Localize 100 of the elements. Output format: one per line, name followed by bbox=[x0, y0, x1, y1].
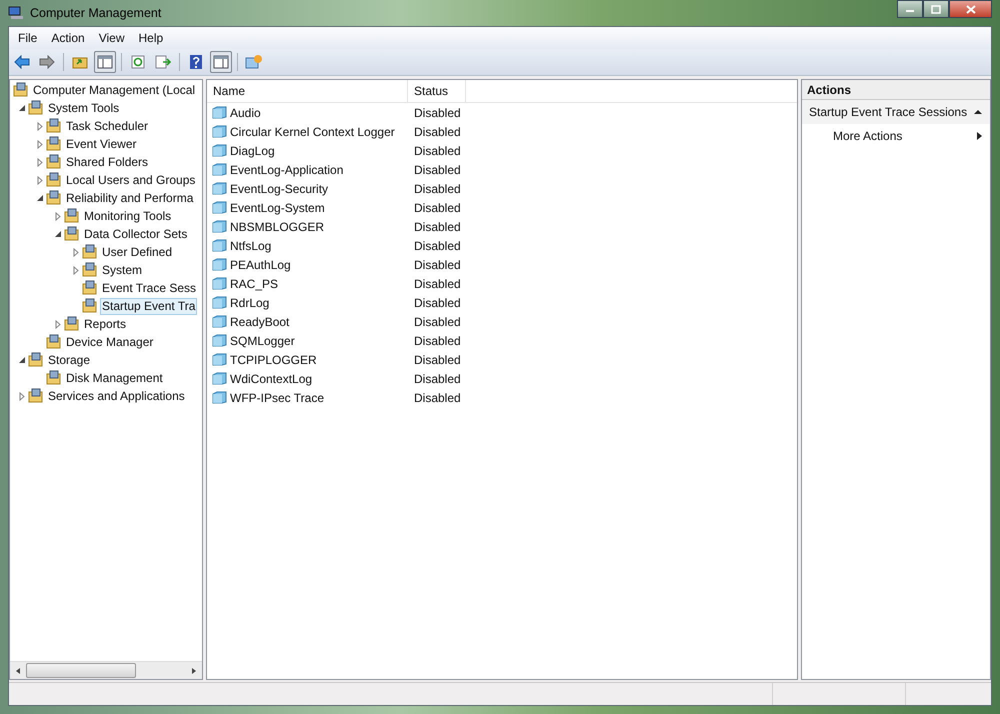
menu-item[interactable]: Help bbox=[132, 31, 170, 45]
show-tree-button[interactable] bbox=[94, 51, 116, 73]
collapsed-arrow-icon[interactable] bbox=[36, 122, 44, 130]
status-cell-text: Disabled bbox=[413, 258, 462, 272]
tree-item[interactable]: Local Users and Groups bbox=[64, 172, 198, 188]
tree-item[interactable]: Monitoring Tools bbox=[82, 208, 174, 224]
menu-item[interactable]: Action bbox=[44, 31, 92, 45]
tree-item[interactable]: Task Scheduler bbox=[64, 118, 150, 134]
menu-item[interactable]: View bbox=[92, 31, 132, 45]
status-cell-text: Disabled bbox=[413, 162, 462, 176]
tree-node-icon bbox=[64, 208, 80, 224]
trace-session-icon bbox=[212, 372, 227, 385]
session-name[interactable]: WFP-IPsec Trace bbox=[230, 390, 324, 404]
status-cell-text: Disabled bbox=[413, 238, 462, 252]
column-header[interactable]: Name bbox=[207, 80, 408, 102]
tree-item[interactable]: Reports bbox=[82, 316, 128, 332]
pane-icon bbox=[213, 55, 229, 69]
minimize-button[interactable] bbox=[897, 0, 923, 18]
session-name[interactable]: WdiContextLog bbox=[230, 372, 312, 386]
tree-item[interactable]: Services and Applications bbox=[46, 388, 187, 404]
session-name[interactable]: RdrLog bbox=[230, 296, 270, 310]
expanded-arrow-icon[interactable] bbox=[18, 356, 26, 364]
trace-session-icon bbox=[212, 106, 227, 119]
status-cell-text: Disabled bbox=[413, 296, 462, 310]
collapsed-arrow-icon[interactable] bbox=[18, 392, 26, 400]
forward-arrow-icon bbox=[39, 55, 55, 69]
status-cell-text: Disabled bbox=[413, 144, 462, 158]
session-name[interactable]: EventLog-Security bbox=[230, 182, 328, 196]
status-cell-text: Disabled bbox=[413, 106, 462, 120]
tree-item[interactable]: Device Manager bbox=[64, 334, 156, 350]
scroll-right-icon[interactable] bbox=[190, 666, 198, 674]
tree-item[interactable]: System Tools bbox=[46, 100, 122, 116]
tree-item[interactable]: Event Viewer bbox=[64, 136, 138, 152]
scroll-left-icon[interactable] bbox=[14, 666, 22, 674]
tree-item[interactable]: Event Trace Sess bbox=[100, 280, 198, 296]
help-icon bbox=[189, 54, 203, 70]
collapsed-arrow-icon[interactable] bbox=[54, 212, 62, 220]
close-button[interactable] bbox=[949, 0, 992, 18]
collapsed-arrow-icon[interactable] bbox=[36, 140, 44, 148]
tree-item[interactable]: Disk Management bbox=[64, 370, 165, 386]
horizontal-scrollbar[interactable] bbox=[10, 661, 202, 679]
session-name[interactable]: DiagLog bbox=[230, 144, 275, 158]
expanded-arrow-icon[interactable] bbox=[36, 194, 44, 202]
session-name[interactable]: PEAuthLog bbox=[230, 258, 291, 272]
tree-item[interactable]: Reliability and Performa bbox=[64, 190, 196, 206]
tree-item[interactable]: User Defined bbox=[100, 244, 174, 260]
tree-item[interactable]: System bbox=[100, 262, 144, 278]
folder-icon bbox=[72, 55, 88, 69]
tree-node-icon bbox=[13, 82, 29, 98]
tree-node-icon bbox=[28, 352, 44, 368]
tree-item[interactable]: Storage bbox=[46, 352, 92, 368]
collapsed-arrow-icon[interactable] bbox=[54, 320, 62, 328]
collapsed-arrow-icon[interactable] bbox=[36, 158, 44, 166]
expanded-arrow-icon[interactable] bbox=[54, 230, 62, 238]
action-link[interactable]: More Actions bbox=[833, 129, 902, 143]
status-cell-text: Disabled bbox=[413, 334, 462, 348]
session-name[interactable]: TCPIPLOGGER bbox=[230, 352, 317, 366]
tree-node-icon bbox=[64, 226, 80, 242]
maximize-button[interactable] bbox=[923, 0, 949, 18]
action-section[interactable]: Startup Event Trace Sessions bbox=[802, 100, 990, 124]
tree-node-icon bbox=[46, 370, 62, 386]
submenu-arrow-icon bbox=[977, 132, 982, 140]
tree-node-icon bbox=[82, 244, 98, 260]
scrollbar-thumb[interactable] bbox=[26, 663, 136, 678]
session-name[interactable]: ReadyBoot bbox=[230, 314, 290, 328]
collapsed-arrow-icon[interactable] bbox=[72, 266, 80, 274]
computer-icon bbox=[8, 5, 24, 21]
status-cell-text: Disabled bbox=[413, 314, 462, 328]
collapsed-arrow-icon[interactable] bbox=[36, 176, 44, 184]
menu-item[interactable]: File bbox=[11, 31, 44, 45]
session-name[interactable]: EventLog-Application bbox=[230, 162, 344, 176]
tree-node-icon bbox=[82, 280, 98, 296]
tree-item[interactable]: Data Collector Sets bbox=[82, 226, 190, 242]
expanded-arrow-icon[interactable] bbox=[18, 104, 26, 112]
session-name[interactable]: SQMLogger bbox=[230, 334, 295, 348]
tree-item[interactable]: Computer Management (Local bbox=[31, 82, 198, 98]
status-cell-text: Disabled bbox=[413, 276, 462, 290]
close-icon bbox=[966, 4, 976, 14]
session-name[interactable]: EventLog-System bbox=[230, 200, 325, 214]
column-header[interactable]: Status bbox=[408, 80, 466, 102]
collapse-up-icon[interactable] bbox=[974, 109, 982, 115]
tree-node-icon bbox=[28, 100, 44, 116]
trace-session-icon bbox=[212, 163, 227, 176]
session-name[interactable]: NtfsLog bbox=[230, 238, 272, 252]
window-title: Computer Management bbox=[30, 6, 162, 20]
refresh-icon bbox=[130, 55, 146, 69]
tree-item[interactable]: Startup Event Tra bbox=[100, 298, 198, 314]
session-name[interactable]: NBSMBLOGGER bbox=[230, 220, 324, 234]
trace-session-icon bbox=[212, 353, 227, 366]
status-cell-text: Disabled bbox=[413, 124, 462, 138]
tree-node-icon bbox=[46, 154, 62, 170]
session-name[interactable]: Audio bbox=[230, 106, 261, 120]
status-cell-text: Disabled bbox=[413, 372, 462, 386]
session-name[interactable]: RAC_PS bbox=[230, 276, 278, 290]
back-arrow-icon bbox=[14, 55, 30, 69]
session-name[interactable]: Circular Kernel Context Logger bbox=[230, 124, 395, 138]
collapsed-arrow-icon[interactable] bbox=[72, 248, 80, 256]
show-action-pane-button[interactable] bbox=[210, 51, 232, 73]
window-icon bbox=[245, 54, 263, 70]
tree-item[interactable]: Shared Folders bbox=[64, 154, 150, 170]
